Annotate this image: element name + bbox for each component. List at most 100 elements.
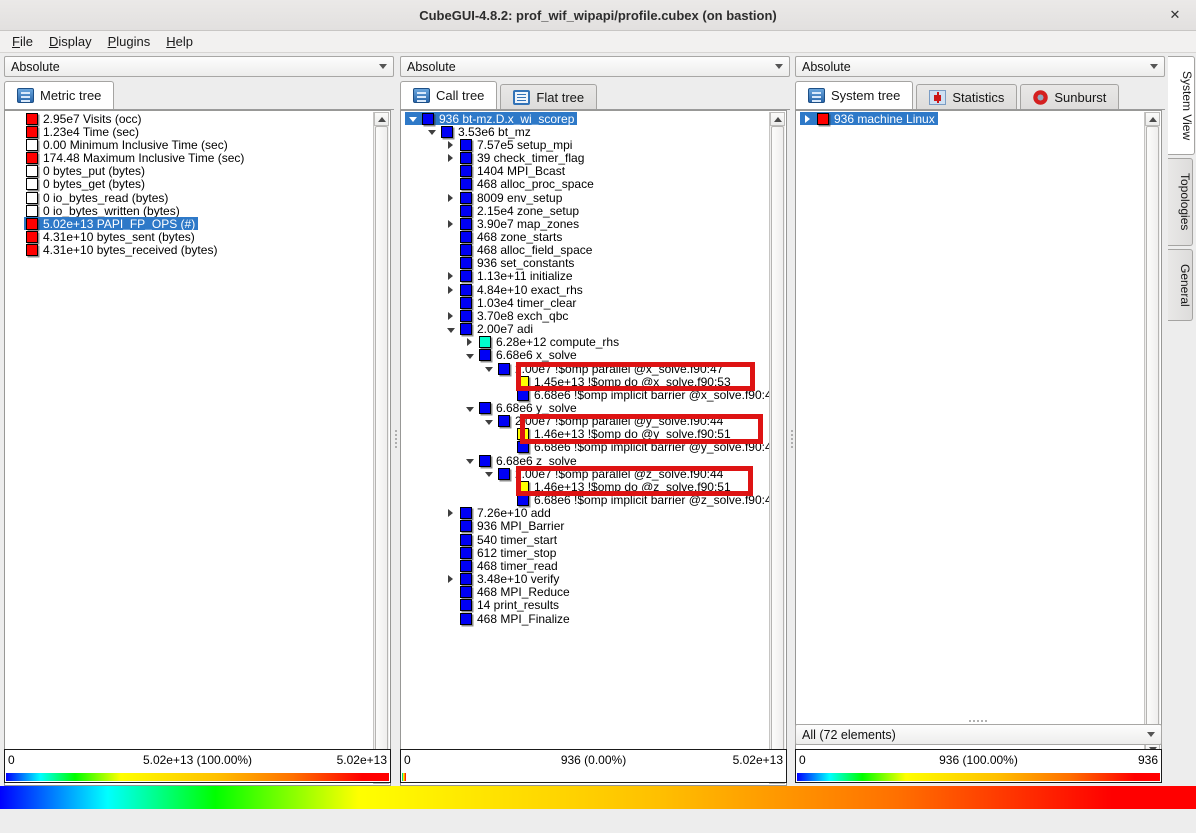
tree-row[interactable]: 3.90e7 map_zones (401, 217, 770, 230)
expand-arrow-icon[interactable] (443, 270, 458, 283)
tree-row[interactable]: 0 bytes_put (bytes) (5, 165, 374, 178)
metric-value-mode-select[interactable]: Absolute (4, 56, 394, 77)
expand-arrow-icon[interactable] (443, 507, 458, 520)
tab-statistics[interactable]: Statistics (916, 84, 1017, 109)
tree-row[interactable]: 6.68e6 !$omp implicit barrier @z_solve.f… (401, 494, 770, 507)
tree-row[interactable]: 2.00e7 !$omp parallel @x_solve.f90:47 (401, 362, 770, 375)
tree-row[interactable]: 2.00e7 !$omp parallel @z_solve.f90:44 (401, 467, 770, 480)
tree-row[interactable]: 1.46e+13 !$omp do @y_solve.f90:51 (401, 428, 770, 441)
expand-arrow-icon[interactable] (800, 112, 815, 125)
tab-call-tree[interactable]: Call tree (400, 81, 497, 109)
menu-plugins[interactable]: Plugins (100, 32, 159, 51)
tree-row[interactable]: 468 alloc_field_space (401, 244, 770, 257)
scroll-up-button[interactable] (1145, 112, 1160, 126)
collapse-arrow-icon[interactable] (462, 402, 477, 415)
scrollbar-thumb[interactable] (1146, 126, 1159, 742)
tree-row[interactable]: 540 timer_start (401, 533, 770, 546)
splitter-handle[interactable] (395, 430, 397, 432)
scroll-up-button[interactable] (770, 112, 785, 126)
collapse-arrow-icon[interactable] (462, 349, 477, 362)
scrollbar-thumb[interactable] (771, 126, 784, 770)
tree-row[interactable]: 1.46e+13 !$omp do @z_solve.f90:51 (401, 480, 770, 493)
system-vertical-scrollbar[interactable] (1144, 112, 1160, 756)
tree-row[interactable]: 936 machine Linux (796, 112, 1145, 125)
tree-row[interactable]: 1.03e4 timer_clear (401, 296, 770, 309)
scroll-up-button[interactable] (374, 112, 389, 126)
expand-arrow-icon[interactable] (462, 336, 477, 349)
expand-arrow-icon[interactable] (443, 309, 458, 322)
tree-row[interactable]: 936 set_constants (401, 257, 770, 270)
tree-row[interactable]: 0 io_bytes_written (bytes) (5, 204, 374, 217)
system-filter-select[interactable]: All (72 elements) (795, 724, 1162, 745)
tree-row[interactable]: 6.68e6 !$omp implicit barrier @x_solve.f… (401, 388, 770, 401)
expand-arrow-icon[interactable] (443, 191, 458, 204)
tree-row[interactable]: 612 timer_stop (401, 546, 770, 559)
tab-metric-tree[interactable]: Metric tree (4, 81, 114, 109)
scrollbar-thumb[interactable] (375, 126, 388, 770)
tree-row[interactable]: 6.68e6 z_solve (401, 454, 770, 467)
tab-sunburst[interactable]: Sunburst (1020, 84, 1119, 109)
expand-arrow-icon[interactable] (443, 138, 458, 151)
expand-arrow-icon[interactable] (443, 152, 458, 165)
collapse-arrow-icon[interactable] (443, 323, 458, 336)
tree-row[interactable]: 4.84e+10 exact_rhs (401, 283, 770, 296)
menu-help[interactable]: Help (158, 32, 201, 51)
metric-vertical-scrollbar[interactable] (373, 112, 389, 784)
tree-row[interactable]: 8009 env_setup (401, 191, 770, 204)
tree-row[interactable]: 6.68e6 x_solve (401, 349, 770, 362)
call-value-mode-select[interactable]: Absolute (400, 56, 790, 77)
tree-row[interactable]: 1.13e+11 initialize (401, 270, 770, 283)
menu-file[interactable]: File (4, 32, 41, 51)
tree-row[interactable]: 3.53e6 bt_mz (401, 125, 770, 138)
tree-row[interactable]: 2.00e7 adi (401, 323, 770, 336)
call-vertical-scrollbar[interactable] (769, 112, 785, 784)
menu-display[interactable]: Display (41, 32, 100, 51)
tab-flat-tree[interactable]: Flat tree (500, 84, 597, 109)
tree-row[interactable]: 468 zone_starts (401, 230, 770, 243)
tree-row[interactable]: 2.95e7 Visits (occ) (5, 112, 374, 125)
splitter-handle[interactable] (969, 720, 971, 722)
collapse-arrow-icon[interactable] (405, 112, 420, 125)
tree-row[interactable]: 4.31e+10 bytes_received (bytes) (5, 244, 374, 257)
tree-row[interactable]: 0 io_bytes_read (bytes) (5, 191, 374, 204)
collapse-arrow-icon[interactable] (481, 362, 496, 375)
tree-row[interactable]: 0.00 Minimum Inclusive Time (sec) (5, 138, 374, 151)
tree-row[interactable]: 936 bt-mz.D.x_wi_scorep (401, 112, 770, 125)
tree-row[interactable]: 2.15e4 zone_setup (401, 204, 770, 217)
tree-row[interactable]: 6.28e+12 compute_rhs (401, 336, 770, 349)
tree-row[interactable]: 6.68e6 y_solve (401, 401, 770, 414)
tree-row[interactable]: 174.48 Maximum Inclusive Time (sec) (5, 151, 374, 164)
tree-row[interactable]: 1.23e4 Time (sec) (5, 125, 374, 138)
close-icon[interactable]: ✕ (1166, 6, 1184, 24)
expand-arrow-icon[interactable] (443, 217, 458, 230)
tree-row[interactable]: 468 MPI_Reduce (401, 586, 770, 599)
side-tab-system-view[interactable]: System View (1168, 56, 1195, 155)
tree-row[interactable]: 6.68e6 !$omp implicit barrier @y_solve.f… (401, 441, 770, 454)
collapse-arrow-icon[interactable] (424, 125, 439, 138)
collapse-arrow-icon[interactable] (462, 454, 477, 467)
side-tab-general[interactable]: General (1168, 249, 1193, 322)
collapse-arrow-icon[interactable] (481, 415, 496, 428)
collapse-arrow-icon[interactable] (481, 467, 496, 480)
tree-row[interactable]: 3.70e8 exch_qbc (401, 309, 770, 322)
tree-row[interactable]: 4.31e+10 bytes_sent (bytes) (5, 230, 374, 243)
tree-row[interactable]: 468 alloc_proc_space (401, 178, 770, 191)
tree-row[interactable]: 7.26e+10 add (401, 507, 770, 520)
tree-row[interactable]: 0 bytes_get (bytes) (5, 178, 374, 191)
splitter-handle[interactable] (791, 430, 793, 432)
tree-row[interactable]: 1.45e+13 !$omp do @x_solve.f90:53 (401, 375, 770, 388)
tree-row[interactable]: 3.48e+10 verify (401, 572, 770, 585)
expand-arrow-icon[interactable] (443, 283, 458, 296)
system-value-mode-select[interactable]: Absolute (795, 56, 1165, 77)
tab-system-tree[interactable]: System tree (795, 81, 913, 109)
tree-row[interactable]: 2.00e7 !$omp parallel @y_solve.f90:44 (401, 415, 770, 428)
tree-row[interactable]: 14 print_results (401, 599, 770, 612)
expand-arrow-icon[interactable] (443, 573, 458, 586)
tree-row[interactable]: 5.02e+13 PAPI_FP_OPS (#) (5, 217, 374, 230)
side-tab-topologies[interactable]: Topologies (1168, 158, 1193, 245)
tree-row[interactable]: 39 check_timer_flag (401, 151, 770, 164)
tree-row[interactable]: 468 timer_read (401, 559, 770, 572)
tree-row[interactable]: 468 MPI_Finalize (401, 612, 770, 625)
tree-row[interactable]: 936 MPI_Barrier (401, 520, 770, 533)
tree-row[interactable]: 7.57e5 setup_mpi (401, 138, 770, 151)
